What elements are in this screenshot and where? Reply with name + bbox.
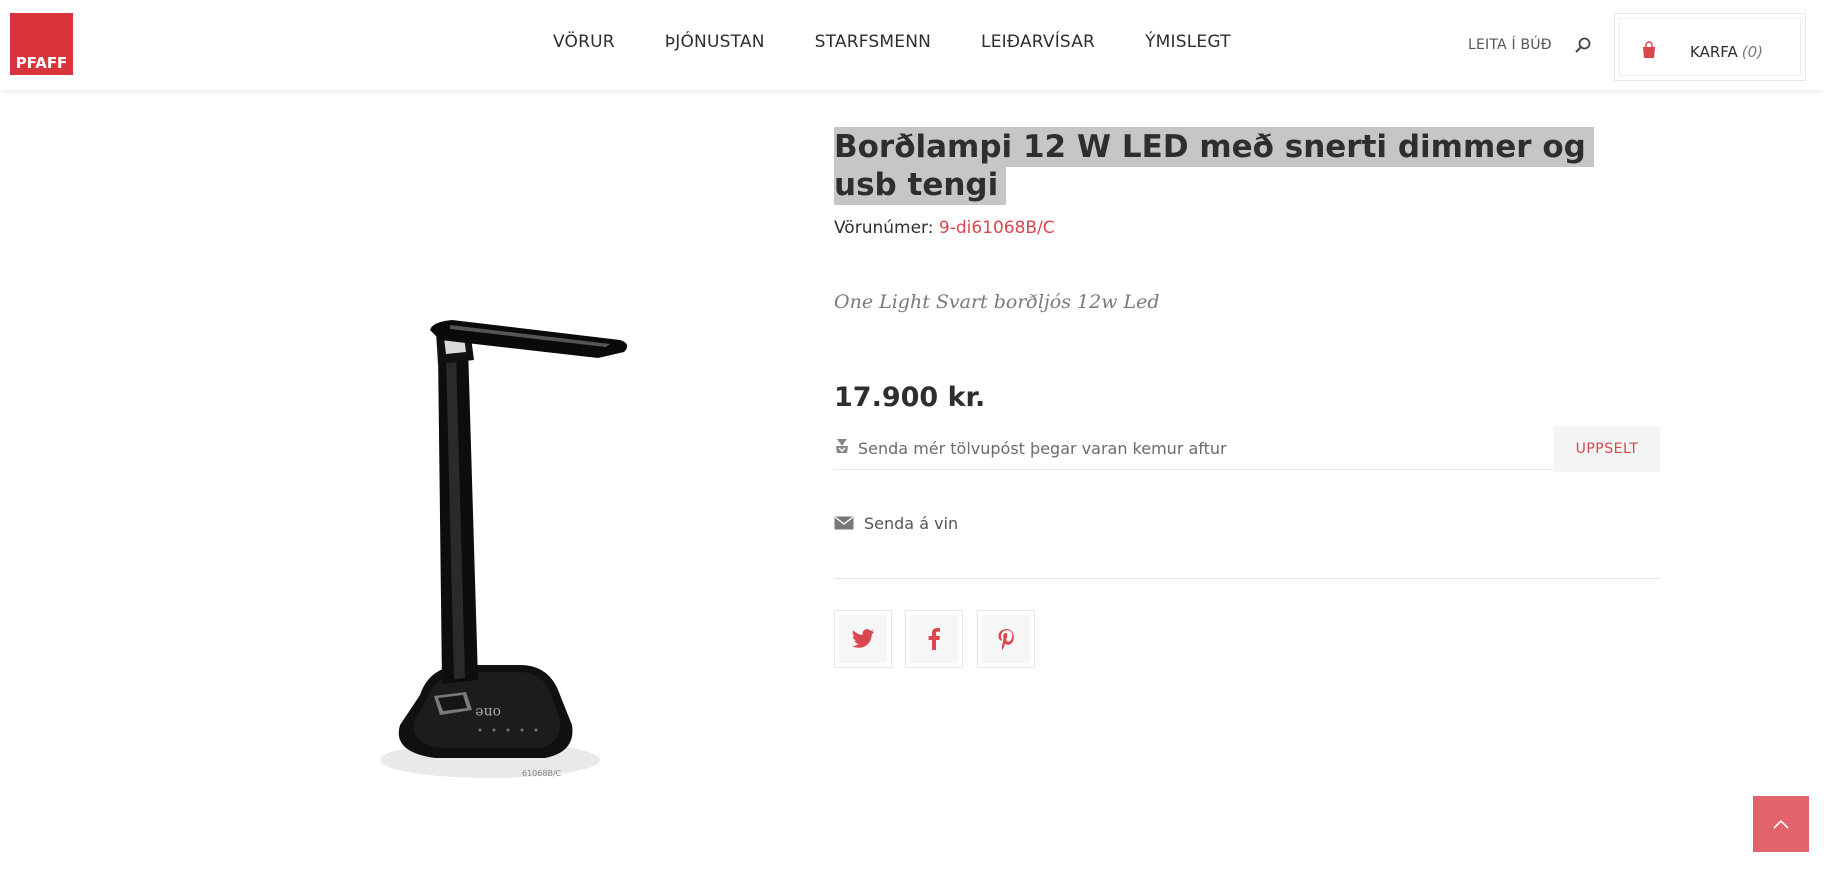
lamp-brand-text: one <box>475 704 501 720</box>
nav-item-ymislegt[interactable]: ÝMISLEGT <box>1145 32 1231 52</box>
divider <box>834 578 1660 579</box>
nav-item-starfsmenn[interactable]: STARFSMENN <box>815 32 931 52</box>
shopping-bag-icon <box>1643 41 1655 58</box>
send-to-friend-label: Senda á vin <box>864 514 959 533</box>
chevron-up-icon <box>1773 819 1789 829</box>
product-image: one 61068B/C <box>380 320 628 778</box>
product-price: 17.900 kr. <box>834 382 986 413</box>
nav-item-thjonustan[interactable]: ÞJÓNUSTAN <box>665 32 765 52</box>
pfaff-logo[interactable]: PFAFF <box>10 13 73 75</box>
facebook-icon <box>928 628 940 650</box>
product-sku: Vörunúmer: 9-di61068B/C <box>834 218 1055 238</box>
bell-icon <box>836 439 848 453</box>
envelope-icon <box>834 516 854 530</box>
logo-text: PFAFF <box>15 54 68 72</box>
cart-button[interactable]: KARFA (0) <box>1614 13 1806 81</box>
notify-when-available-link[interactable]: Senda mér tölvupóst þegar varan kemur af… <box>858 439 1227 458</box>
share-facebook-button[interactable] <box>905 610 963 668</box>
share-twitter-inner <box>839 615 887 663</box>
nav-item-vorur[interactable]: VÖRUR <box>553 32 615 52</box>
share-pinterest-button[interactable] <box>977 610 1035 668</box>
cart-count: (0) <box>1741 43 1764 61</box>
sku-value: 9-di61068B/C <box>938 218 1055 238</box>
share-pinterest-inner <box>982 615 1030 663</box>
site-header: PFAFF VÖRUR ÞJÓNUSTAN STARFSMENN LEIÐARV… <box>0 0 1824 90</box>
product-image-caption: 61068B/C <box>522 769 562 778</box>
pinterest-icon <box>998 629 1014 650</box>
product-description: One Light Svart borðljós 12w Led <box>834 291 1160 313</box>
sku-label: Vörunúmer: <box>834 218 934 238</box>
cart-inner: KARFA (0) <box>1619 18 1801 76</box>
soldout-badge: UPPSELT <box>1554 426 1660 472</box>
notify-row: Senda mér tölvupóst þegar varan kemur af… <box>834 424 1660 472</box>
share-facebook-inner <box>910 615 958 663</box>
cart-label-text: KARFA <box>1690 43 1738 61</box>
back-to-top-button[interactable] <box>1753 796 1809 852</box>
product-title: Borðlampi 12 W LED með snerti dimmer og … <box>834 127 1594 205</box>
main-nav: VÖRUR ÞJÓNUSTAN STARFSMENN LEIÐARVÍSAR Ý… <box>553 32 1281 52</box>
twitter-icon <box>851 629 874 648</box>
product-title-text: Borðlampi 12 W LED með snerti dimmer og … <box>834 127 1594 205</box>
nav-item-leidarvisar[interactable]: LEIÐARVÍSAR <box>981 32 1095 52</box>
search-link[interactable]: LEITA Í BÚÐ <box>1468 37 1552 53</box>
share-twitter-button[interactable] <box>834 610 892 668</box>
search-icon[interactable] <box>1574 36 1592 54</box>
cart-label: KARFA (0) <box>1690 43 1763 61</box>
